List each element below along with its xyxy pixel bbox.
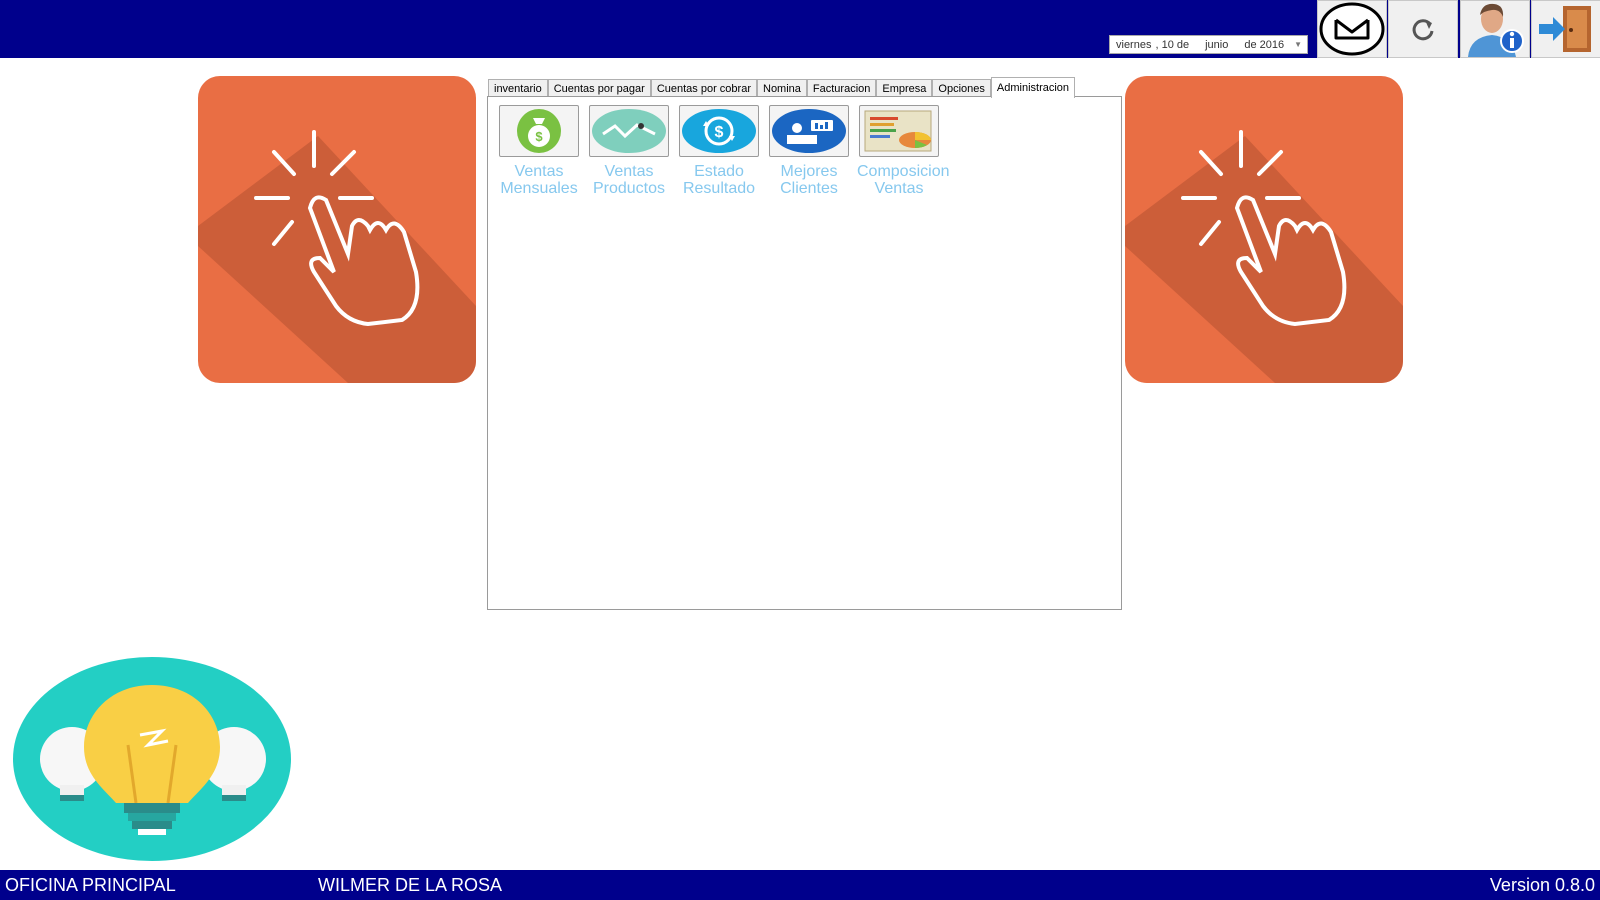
estado-resultado-button[interactable]: $ Estado Resultado [677, 105, 761, 197]
mejores-clientes-button[interactable]: Mejores Clientes [767, 105, 851, 197]
exit-button[interactable] [1531, 0, 1600, 58]
tool-icon-box: $ [679, 105, 759, 157]
pointer-click-icon [1125, 76, 1403, 383]
date-weekday: viernes [1116, 38, 1152, 51]
status-bar: OFICINA PRINCIPAL WILMER DE LA ROSA Vers… [0, 870, 1600, 900]
tool-icon-box: $ [499, 105, 579, 157]
tool-icon-box [859, 105, 939, 157]
date-day: , 10 de [1155, 38, 1190, 51]
pie-report-icon [864, 110, 932, 152]
ventas-productos-button[interactable]: Ventas Productos [587, 105, 671, 197]
tab-facturacion[interactable]: Facturacion [806, 79, 877, 97]
ventas-mensuales-button[interactable]: $ Ventas Mensuales [497, 105, 581, 197]
refresh-button[interactable] [1388, 0, 1458, 58]
tool-label: Mejores Clientes [780, 163, 838, 197]
svg-text:$: $ [715, 124, 724, 141]
office-name: OFICINA PRINCIPAL [5, 875, 176, 895]
administracion-tab-panel: $ Ventas Mensuales Ventas Productos $ Esta… [487, 96, 1122, 610]
tab-opciones[interactable]: Opciones [932, 79, 991, 97]
envelope-icon [1319, 2, 1385, 56]
user-info-button[interactable] [1460, 0, 1530, 58]
client-desk-icon [772, 109, 846, 153]
composicion-ventas-button[interactable]: Composicion Ventas [857, 105, 950, 197]
refresh-icon [1412, 19, 1434, 41]
date-year: de 2016 [1244, 38, 1285, 51]
exit-door-icon [1539, 6, 1591, 52]
tab-administracion[interactable]: Administracion [990, 77, 1076, 98]
idea-bulbs-icon [13, 657, 291, 861]
tool-icon-box [769, 105, 849, 157]
date-picker[interactable]: viernes , 10 de junio de 2016 ▼ [1109, 35, 1308, 54]
svg-text:$: $ [535, 129, 543, 144]
tool-label: Ventas Productos [592, 163, 666, 197]
tool-label: Ventas Mensuales [500, 163, 578, 197]
tab-inventario[interactable]: inventario [488, 79, 548, 97]
tab-cuentas-por-cobrar[interactable]: Cuentas por cobrar [650, 79, 757, 97]
tab-strip: inventario Cuentas por pagar Cuentas por… [488, 77, 1076, 98]
tab-nomina[interactable]: Nomina [757, 79, 807, 97]
mail-button[interactable] [1317, 0, 1387, 58]
chevron-down-icon[interactable]: ▼ [1294, 40, 1302, 49]
click-panel-left[interactable] [198, 76, 476, 383]
money-bag-icon: $ [517, 109, 561, 153]
tab-empresa[interactable]: Empresa [876, 79, 933, 97]
user-name: WILMER DE LA ROSA [318, 875, 503, 895]
tool-label: Composicion Ventas [857, 163, 950, 197]
user-info-icon [1468, 3, 1524, 57]
click-panel-right[interactable] [1125, 76, 1403, 383]
tab-cuentas-por-pagar[interactable]: Cuentas por pagar [547, 79, 651, 97]
dollar-exchange-icon: $ [682, 109, 756, 153]
tool-icon-box [589, 105, 669, 157]
pointer-click-icon [198, 76, 476, 383]
version-label: Version 0.8.0 [1489, 875, 1595, 895]
date-month: junio [1205, 38, 1229, 51]
tool-label: Estado Resultado [682, 163, 756, 197]
trend-line-icon [592, 109, 666, 153]
